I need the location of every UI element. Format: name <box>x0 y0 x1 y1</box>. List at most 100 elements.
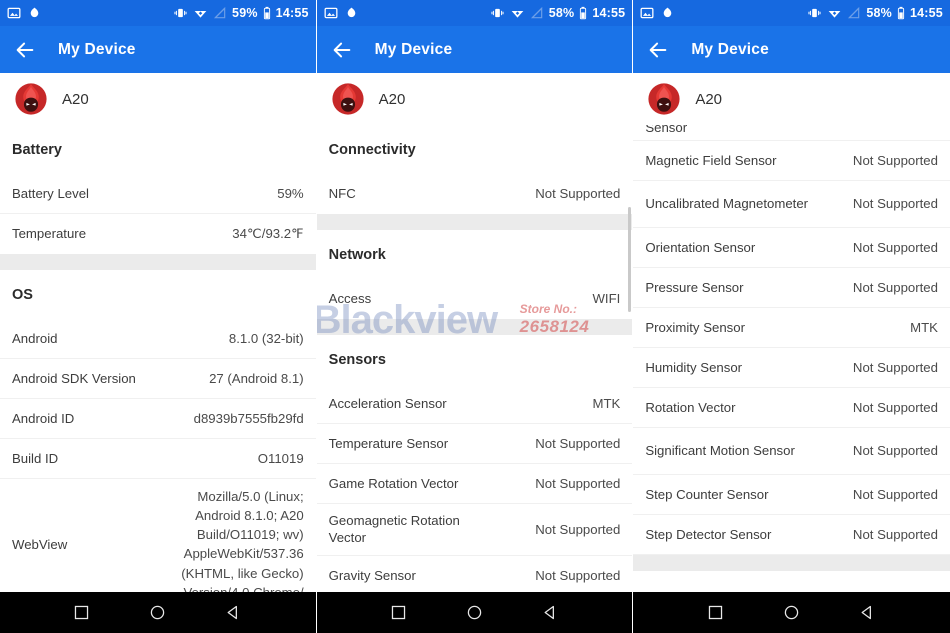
triangle-back-icon[interactable] <box>225 604 242 621</box>
row-value: 27 (Android 8.1) <box>209 370 304 386</box>
back-arrow-icon[interactable] <box>647 39 669 61</box>
table-row[interactable]: Android ID d8939b7555fb29fd <box>0 399 316 439</box>
row-label: Game Rotation Vector <box>328 475 459 491</box>
scroll-content[interactable]: Sensor Magnetic Field Sensor Not Support… <box>633 125 950 592</box>
table-row[interactable]: Temperature Sensor Not Supported <box>316 424 633 464</box>
section-title-connectivity: Connectivity <box>316 125 633 174</box>
row-value: Not Supported <box>535 186 621 202</box>
row-value: Not Supported <box>535 435 621 451</box>
row-value: 59% <box>277 185 304 201</box>
table-row[interactable]: Access WIFI <box>316 279 633 319</box>
table-row[interactable]: Humidity Sensor Not Supported <box>633 348 950 388</box>
row-value: O11019 <box>257 450 304 466</box>
row-label: Rotation Vector <box>645 399 736 415</box>
table-row[interactable]: Uncalibrated Magnetometer Not Supported <box>633 181 950 228</box>
table-row[interactable]: Proximity Sensor MTK <box>633 308 950 348</box>
table-row[interactable]: Build ID O11019 <box>0 439 316 479</box>
triple-screenshot-collage: 59% 14:55 My Device A20 Battery Battery … <box>0 0 950 633</box>
triangle-back-icon[interactable] <box>542 604 559 621</box>
row-value: Not Supported <box>852 359 938 375</box>
table-row[interactable]: Gravity Sensor Not Supported <box>316 555 633 592</box>
status-bar-clock: 14:55 <box>592 6 626 20</box>
section-title-os: OS <box>0 270 316 319</box>
row-label: Step Detector Sensor <box>645 526 772 542</box>
row-label: NFC <box>328 186 356 202</box>
row-label: Android ID <box>12 410 75 426</box>
scroll-content[interactable]: Connectivity NFC Not Supported Network A… <box>316 125 633 592</box>
status-bar-left-icons <box>324 6 358 20</box>
image-icon <box>7 7 21 19</box>
table-row[interactable]: Magnetic Field Sensor Not Supported <box>633 141 950 181</box>
table-row[interactable]: Pressure Sensor Not Supported <box>633 268 950 308</box>
row-label: Magnetic Field Sensor <box>645 152 777 168</box>
table-row-webview[interactable]: WebView Mozilla/5.0 (Linux; Android 8.1.… <box>0 479 316 592</box>
table-row[interactable]: Battery Level 59% <box>0 174 316 214</box>
square-icon[interactable] <box>707 604 724 621</box>
row-value: Not Supported <box>852 526 938 542</box>
blob-icon <box>347 7 355 18</box>
vibrate-icon <box>491 8 504 18</box>
section-divider <box>316 214 633 230</box>
row-value: Mozilla/5.0 (Linux; Android 8.1.0; A20 B… <box>181 489 304 592</box>
row-label: Uncalibrated Magnetometer <box>645 196 809 212</box>
table-row[interactable]: Android 8.1.0 (32-bit) <box>0 319 316 359</box>
status-bar-clock: 14:55 <box>909 6 943 20</box>
device-name: A20 <box>62 90 89 108</box>
table-row[interactable]: Acceleration Sensor MTK <box>316 384 633 424</box>
row-label: Access <box>328 291 372 307</box>
row-label: WebView <box>12 536 68 552</box>
device-header: A20 <box>633 73 950 125</box>
row-label: Pressure Sensor <box>645 279 744 295</box>
row-value: Not Supported <box>535 521 621 537</box>
device-header: A20 <box>316 73 633 125</box>
table-row-clipped[interactable]: Sensor <box>633 125 950 141</box>
table-row[interactable]: Step Counter Sensor Not Supported <box>633 475 950 515</box>
vibrate-icon <box>808 8 821 18</box>
scrollbar-thumb[interactable] <box>628 207 632 312</box>
triangle-back-icon[interactable] <box>859 604 876 621</box>
section-divider <box>316 319 633 335</box>
square-icon[interactable] <box>73 604 90 621</box>
back-arrow-icon[interactable] <box>14 39 36 61</box>
table-row[interactable]: Geomagnetic Rotation Vector Not Supporte… <box>316 504 633 556</box>
circle-icon[interactable] <box>783 604 800 621</box>
screenshot-panel-1: 59% 14:55 My Device A20 Battery Battery … <box>0 0 317 633</box>
image-icon <box>640 7 654 19</box>
scroll-content[interactable]: Battery Battery Level 59% Temperature 34… <box>0 125 316 592</box>
status-bar-left-icons <box>7 6 41 20</box>
row-label: Battery Level <box>12 185 89 201</box>
back-arrow-icon[interactable] <box>331 39 353 61</box>
antutu-logo <box>15 83 47 115</box>
circle-icon[interactable] <box>149 604 166 621</box>
table-row[interactable]: Step Detector Sensor Not Supported <box>633 515 950 555</box>
status-bar-right-icons: 59% 14:55 <box>173 6 309 20</box>
status-bar: 58% 14:55 <box>633 0 950 26</box>
antutu-logo <box>648 83 680 115</box>
signal-off-icon <box>213 6 226 19</box>
table-row[interactable]: Rotation Vector Not Supported <box>633 388 950 428</box>
table-row[interactable]: Game Rotation Vector Not Supported <box>316 464 633 504</box>
table-row[interactable]: Temperature 34℃/93.2℉ <box>0 214 316 254</box>
battery-percent: 59% <box>232 6 258 20</box>
android-nav-bar <box>0 592 316 633</box>
table-row[interactable]: NFC Not Supported <box>316 174 633 214</box>
table-row[interactable]: Orientation Sensor Not Supported <box>633 228 950 268</box>
section-divider <box>0 254 316 270</box>
blob-icon <box>664 7 672 18</box>
row-value: WIFI <box>592 291 621 307</box>
row-value: Not Supported <box>535 567 621 583</box>
device-name: A20 <box>378 90 406 108</box>
row-label: Temperature Sensor <box>328 435 449 451</box>
row-value: 34℃/93.2℉ <box>232 226 304 242</box>
square-icon[interactable] <box>390 604 407 621</box>
row-value: Not Supported <box>535 475 621 491</box>
blob-icon <box>30 7 39 18</box>
table-row[interactable]: Significant Motion Sensor Not Supported <box>633 428 950 475</box>
status-bar: 58% 14:55 <box>316 0 633 26</box>
battery-percent: 58% <box>866 6 892 20</box>
row-value: MTK <box>592 395 621 411</box>
table-row[interactable]: Android SDK Version 27 (Android 8.1) <box>0 359 316 399</box>
circle-icon[interactable] <box>466 604 483 621</box>
section-title-network: Network <box>316 230 633 279</box>
row-label: Step Counter Sensor <box>645 486 769 502</box>
